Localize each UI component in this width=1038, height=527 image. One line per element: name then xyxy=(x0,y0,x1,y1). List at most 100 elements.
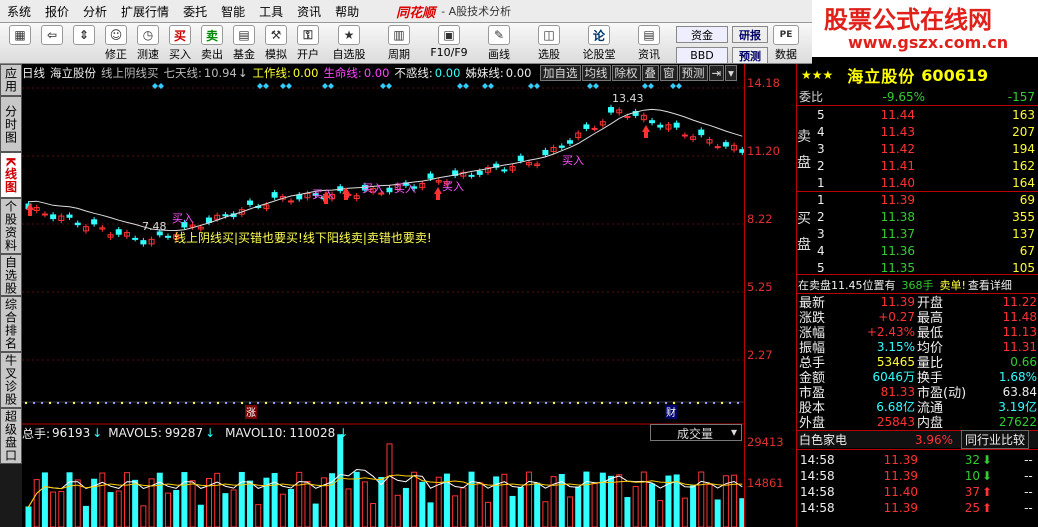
toolbar-button-5[interactable]: 买买入 xyxy=(164,23,196,63)
event-dot xyxy=(128,401,132,405)
menu-item-0[interactable]: 系统 xyxy=(0,3,38,20)
chevron-down-icon[interactable]: ▾ xyxy=(725,65,737,81)
toolbar-button-8[interactable]: ⚒ 模拟 xyxy=(260,23,292,63)
toolbar-box-1[interactable]: BBD xyxy=(676,47,728,64)
chevron-down-icon: ▾ xyxy=(730,425,737,439)
mavol10-value: 110028 xyxy=(289,426,336,440)
sidebar-tab-6[interactable]: 牛叉诊股 xyxy=(0,352,22,408)
toolbar-button-6[interactable]: 卖卖出 xyxy=(196,23,228,63)
event-dot xyxy=(336,401,340,405)
volume-bar xyxy=(632,485,639,527)
toolbar-box-0[interactable]: 资金 xyxy=(676,26,728,43)
sidebar-tab-3[interactable]: 个股资料 xyxy=(0,198,22,254)
toolbar-button-3[interactable]: ☺ 修正 xyxy=(100,23,132,63)
buy-icon: 买 xyxy=(169,25,191,45)
sell-price[interactable]: 11.41 xyxy=(847,159,915,173)
sidebar-tab-2[interactable]: K线图 xyxy=(0,152,22,198)
tick-price: 11.39 xyxy=(883,468,918,483)
chart-button-4[interactable]: 窗 xyxy=(660,65,678,81)
sidebar-tab-0[interactable]: 应用 xyxy=(0,64,22,96)
volume-bar xyxy=(214,472,221,527)
toolbar-button-10[interactable]: ★ 自选股 xyxy=(324,23,374,63)
toolbar-button-13[interactable]: ✎ 画线 xyxy=(474,23,524,63)
notice-detail-link[interactable]: 查看详细 xyxy=(968,277,1012,293)
sidebar-tab-5[interactable]: 综合排名 xyxy=(0,296,22,352)
quote-panel: ★★★ 海立股份 600619 委比 -9.65% -157 卖盘 5 11.44 163 4… xyxy=(796,64,1038,527)
moving-average-line xyxy=(28,108,743,232)
buy-price[interactable]: 11.36 xyxy=(847,244,915,258)
chart-button-2[interactable]: 除权 xyxy=(611,65,641,81)
toolbar-button-0[interactable]: ▦ xyxy=(4,23,36,63)
buy-price[interactable]: 11.37 xyxy=(847,227,915,241)
indicator-dropdown[interactable]: 成交量 ▾ xyxy=(650,424,742,441)
data-button[interactable]: PE 数据 xyxy=(770,23,802,63)
buy-volume: 67 xyxy=(1019,243,1035,258)
volume-bar xyxy=(189,480,196,527)
menu-item-4[interactable]: 委托 xyxy=(176,3,214,20)
sell-price[interactable]: 11.43 xyxy=(847,125,915,139)
chart-button-0[interactable]: 加自选 xyxy=(540,65,581,81)
stat-value: 6.68亿 xyxy=(876,400,915,414)
menu-item-1[interactable]: 报价 xyxy=(38,3,76,20)
sell-price[interactable]: 11.42 xyxy=(847,142,915,156)
toolbar-button-15[interactable]: 论论股堂 xyxy=(574,23,624,63)
nav-right-icon[interactable]: ⇥ xyxy=(708,65,725,81)
toolbar-button-14[interactable]: ◫ 选股 xyxy=(524,23,574,63)
quote-row: 1 11.39 69 xyxy=(797,191,1038,208)
stat-value: 3.15% xyxy=(876,339,915,354)
sidebar-tab-7[interactable]: 超级盘口 xyxy=(0,408,22,464)
toolbar: ▦ ⇦ ⇕ ☺ 修正 ◷ 测速买买入卖卖出 ▤ 基金 ⚒ 模拟 ⚿ 开户 ★ 自选股 ▥ 周期 ▣ F10/F9 ✎ 画… xyxy=(0,23,812,64)
toolbar-button-12[interactable]: ▣ F10/F9 xyxy=(424,23,474,63)
app-logo: 同花顺 xyxy=(396,5,436,21)
candle-body xyxy=(673,122,680,128)
buy-signal-label: 买入 xyxy=(562,154,584,167)
sell-volume: 194 xyxy=(1012,141,1035,156)
up-down-arrow-icon: ⇕ xyxy=(73,25,95,45)
event-dot xyxy=(408,401,412,405)
sidebar-tab-4[interactable]: 自选股 xyxy=(0,254,22,296)
sidebar-tab-1[interactable]: 分时图 xyxy=(0,96,22,152)
volume-bar xyxy=(255,504,262,527)
chart-button-5[interactable]: 预测 xyxy=(678,65,708,81)
period-label[interactable]: 日线 xyxy=(22,65,45,81)
buy-price[interactable]: 11.38 xyxy=(847,210,915,224)
buy-price[interactable]: 11.35 xyxy=(847,261,915,275)
buy-price[interactable]: 11.39 xyxy=(847,193,915,207)
axis-label-6: 14861 xyxy=(747,476,784,490)
event-dot xyxy=(96,401,100,405)
menu-item-5[interactable]: 智能 xyxy=(214,3,252,20)
kline-chart[interactable]: 13.437.48线上阴线买|买错也要买!线下阳线卖|卖错也要卖!买入买入 买入买… xyxy=(22,82,744,527)
toolbar-button-16[interactable]: ▤ 资讯 xyxy=(624,23,674,63)
toolbar-button-1[interactable]: ⇦ xyxy=(36,23,68,63)
menu-item-2[interactable]: 分析 xyxy=(76,3,114,20)
chart-button-3[interactable]: 叠 xyxy=(641,65,659,81)
toolbar-box2-1[interactable]: 预测 xyxy=(732,47,768,64)
quote-row: 1 11.40 164 xyxy=(797,174,1038,191)
menu-item-8[interactable]: 帮助 xyxy=(328,3,366,20)
sector-name[interactable]: 白色家电 xyxy=(799,431,895,448)
menu-item-6[interactable]: 工具 xyxy=(252,3,290,20)
toolbar-box2-0[interactable]: 研报 xyxy=(732,26,768,43)
toolbar-button-7[interactable]: ▤ 基金 xyxy=(228,23,260,63)
buy-signal-label: 买入 xyxy=(442,180,464,193)
volume-bar xyxy=(304,481,311,527)
volume-bar xyxy=(164,492,171,527)
sell-price[interactable]: 11.44 xyxy=(847,108,915,122)
forum-icon: 论 xyxy=(588,25,610,45)
menu-item-7[interactable]: 资讯 xyxy=(290,3,328,20)
sell-price[interactable]: 11.40 xyxy=(847,176,915,190)
volume-bar xyxy=(525,471,532,527)
toolbar-button-2[interactable]: ⇕ xyxy=(68,23,100,63)
event-dot xyxy=(720,401,724,405)
event-dot xyxy=(112,401,116,405)
event-dot xyxy=(632,401,636,405)
toolbar-button-4[interactable]: ◷ 测速 xyxy=(132,23,164,63)
f10-icon: ▣ xyxy=(438,25,460,45)
industry-compare-button[interactable]: 同行业比较 xyxy=(961,430,1030,449)
stat-value: 11.39 xyxy=(880,294,915,309)
menu-item-3[interactable]: 扩展行情 xyxy=(114,3,176,20)
toolbar-button-9[interactable]: ⚿ 开户 xyxy=(292,23,324,63)
chart-button-1[interactable]: 均线 xyxy=(581,65,611,81)
toolbar-button-11[interactable]: ▥ 周期 xyxy=(374,23,424,63)
sell-icon: 卖 xyxy=(201,25,223,45)
